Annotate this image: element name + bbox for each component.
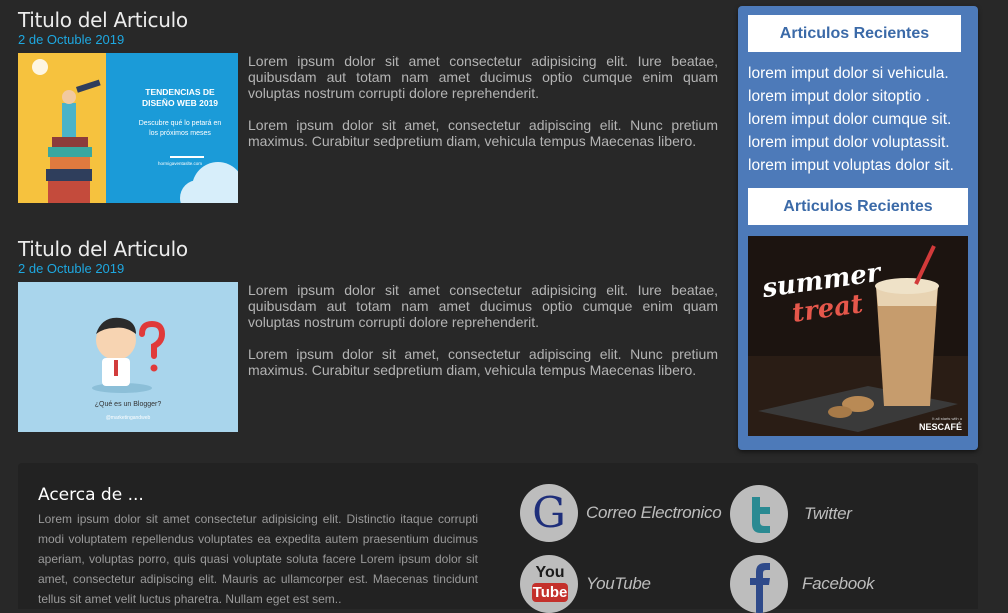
youtube-logo-top: You	[535, 564, 565, 581]
recent-article-link[interactable]: lorem imput voluptas dolor sit.	[748, 154, 974, 177]
about-text: Lorem ipsum dolor sit amet consectetur a…	[38, 512, 478, 606]
thumb-line: los próximos meses	[149, 130, 211, 137]
thumb-handle: @marketingandweb	[105, 415, 151, 421]
article-paragraph: Lorem ipsum dolor sit amet consectetur a…	[248, 282, 718, 330]
recent-articles-sidebar: Articulos Recientes lorem imput dolor si…	[738, 6, 978, 450]
thumb-url: hormigaventaslte.com	[157, 161, 203, 166]
recent-articles-list: lorem imput dolor si vehicula. lorem imp…	[748, 62, 974, 177]
recent-article-link[interactable]: lorem imput dolor cumque sit.	[748, 108, 974, 131]
youtube-logo-bottom: Tube	[532, 583, 568, 602]
article-title[interactable]: Titulo del Articulo	[18, 8, 188, 32]
article-paragraph: Lorem ipsum dolor sit amet, consectetur …	[248, 117, 718, 149]
thumb-line: DISEÑO WEB 2019	[141, 98, 219, 108]
email-label: Correo Electronico	[586, 503, 722, 522]
article-paragraph: Lorem ipsum dolor sit amet consectetur a…	[248, 53, 718, 101]
article-title[interactable]: Titulo del Articulo	[18, 237, 188, 261]
email-link[interactable]: G Correo Electronico	[520, 484, 722, 542]
promo-fine-print: It all starts with a	[932, 416, 962, 421]
article-thumbnail[interactable]: ¿Qué es un Blogger? @marketingandweb	[18, 282, 238, 432]
sidebar-heading: Articulos Recientes	[748, 188, 968, 225]
thumb-text: TENDENCIAS DE DISEÑO WEB 2019 Descubre q…	[122, 87, 238, 167]
article-thumbnail[interactable]: TENDENCIAS DE DISEÑO WEB 2019 Descubre q…	[18, 53, 238, 203]
twitter-label: Twitter	[804, 504, 852, 523]
facebook-icon	[730, 555, 788, 613]
sidebar-heading: Articulos Recientes	[748, 15, 961, 52]
google-glyph: G	[532, 488, 566, 537]
google-icon: G	[520, 484, 578, 542]
recent-article-link[interactable]: lorem imput dolor si vehicula.	[748, 62, 974, 85]
article-paragraph: Lorem ipsum dolor sit amet, consectetur …	[248, 346, 718, 378]
thumb-caption: ¿Qué es un Blogger?	[94, 401, 162, 408]
youtube-icon: You Tube	[520, 555, 578, 613]
thumb-line: Descubre qué lo petará en	[138, 120, 222, 127]
article-date: 2 de Octuble 2019	[18, 261, 125, 276]
youtube-link[interactable]: You Tube YouTube	[520, 555, 651, 613]
article-body: Lorem ipsum dolor sit amet consectetur a…	[248, 53, 718, 165]
recent-article-link[interactable]: lorem imput dolor sitoptio .	[748, 85, 974, 108]
footer: Acerca de ... Lorem ipsum dolor sit amet…	[18, 463, 978, 613]
about-title: Acerca de ...	[38, 485, 144, 505]
promo-brand: NESCAFÉ	[918, 422, 962, 432]
recent-article-link[interactable]: lorem imput dolor voluptassit.	[748, 131, 974, 154]
twitter-icon	[730, 485, 788, 543]
article-body: Lorem ipsum dolor sit amet consectetur a…	[248, 282, 718, 394]
promo-image[interactable]: summer treat It all starts with a NESCAF…	[748, 236, 968, 436]
twitter-link[interactable]: Twitter	[730, 485, 852, 543]
youtube-label: YouTube	[586, 574, 651, 593]
facebook-label: Facebook	[802, 574, 875, 593]
article-date: 2 de Octuble 2019	[18, 32, 125, 47]
facebook-link[interactable]: Facebook	[730, 555, 875, 613]
thumb-line: TENDENCIAS DE	[145, 87, 215, 97]
